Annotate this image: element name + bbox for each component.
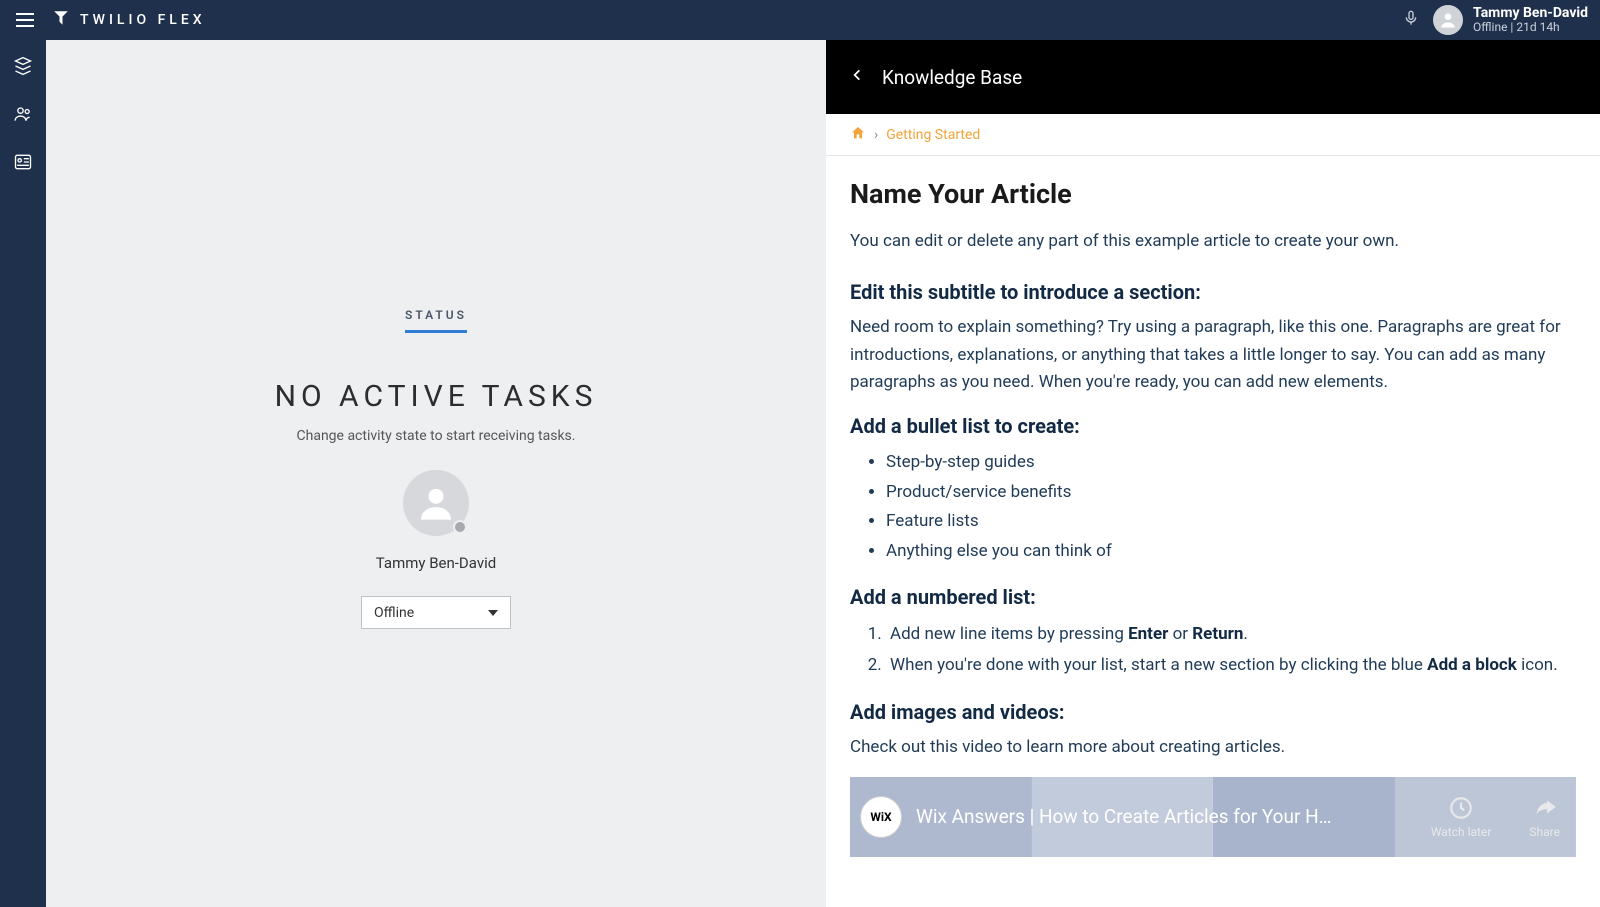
video-embed[interactable]: WiX Wix Answers | How to Create Articles… bbox=[850, 777, 1576, 857]
brand-text: TWILIO FLEX bbox=[80, 12, 206, 28]
app-header: TWILIO FLEX Tammy Ben-David Offline | 21… bbox=[0, 0, 1600, 40]
menu-icon[interactable] bbox=[12, 13, 30, 27]
section-paragraph-media: Check out this video to learn more about… bbox=[850, 734, 1576, 761]
section-subtitle-bullets: Add a bullet list to create: bbox=[850, 414, 1576, 438]
breadcrumb-sep: › bbox=[874, 127, 878, 143]
kb-title: Knowledge Base bbox=[882, 66, 1022, 89]
agent-avatar bbox=[403, 470, 469, 536]
no-tasks-subtext: Change activity state to start receiving… bbox=[297, 428, 576, 444]
chevron-down-icon bbox=[488, 610, 498, 616]
list-item: Anything else you can think of bbox=[886, 537, 1576, 567]
home-icon[interactable] bbox=[850, 125, 866, 145]
bullet-list: Step-by-step guides Product/service bene… bbox=[850, 448, 1576, 567]
knowledge-panel: Knowledge Base › Getting Started Name Yo… bbox=[826, 40, 1600, 907]
no-tasks-heading: NO ACTIVE TASKS bbox=[275, 379, 598, 414]
tasks-panel: STATUS NO ACTIVE TASKS Change activity s… bbox=[46, 40, 826, 907]
numbered-list: Add new line items by pressing Enter or … bbox=[850, 619, 1576, 682]
breadcrumb: › Getting Started bbox=[826, 114, 1600, 156]
section-subtitle-numbered: Add a numbered list: bbox=[850, 585, 1576, 609]
user-menu[interactable]: Tammy Ben-David Offline | 21d 14h bbox=[1433, 5, 1588, 35]
sidebar-item-teams[interactable] bbox=[11, 102, 35, 126]
list-item: Add new line items by pressing Enter or … bbox=[886, 619, 1576, 650]
nav-sidebar bbox=[0, 40, 46, 907]
sidebar-item-queues[interactable] bbox=[11, 150, 35, 174]
back-icon[interactable] bbox=[850, 66, 864, 88]
article-body: Name Your Article You can edit or delete… bbox=[826, 156, 1600, 879]
status-tab[interactable]: STATUS bbox=[405, 308, 467, 333]
list-item: Step-by-step guides bbox=[886, 448, 1576, 478]
status-dropdown[interactable]: Offline bbox=[361, 596, 511, 629]
presence-indicator-icon bbox=[453, 520, 467, 534]
article-title: Name Your Article bbox=[850, 178, 1576, 210]
microphone-icon[interactable] bbox=[1403, 8, 1419, 32]
section-subtitle-media: Add images and videos: bbox=[850, 700, 1576, 724]
article-intro: You can edit or delete any part of this … bbox=[850, 228, 1576, 254]
avatar-icon bbox=[1433, 5, 1463, 35]
brand: TWILIO FLEX bbox=[52, 9, 206, 31]
video-title: Wix Answers | How to Create Articles for… bbox=[916, 805, 1336, 828]
user-text: Tammy Ben-David Offline | 21d 14h bbox=[1473, 5, 1588, 35]
kb-header: Knowledge Base bbox=[826, 40, 1600, 114]
watch-later-button[interactable]: Watch later bbox=[1431, 795, 1492, 839]
breadcrumb-link[interactable]: Getting Started bbox=[886, 127, 980, 143]
share-button[interactable]: Share bbox=[1529, 795, 1560, 839]
sidebar-item-tasks[interactable] bbox=[11, 54, 35, 78]
section-subtitle-intro: Edit this subtitle to introduce a sectio… bbox=[850, 280, 1576, 304]
section-paragraph-intro: Need room to explain something? Try usin… bbox=[850, 314, 1576, 396]
list-item: Product/service benefits bbox=[886, 478, 1576, 508]
agent-name: Tammy Ben-David bbox=[376, 554, 496, 572]
flex-logo-icon bbox=[52, 9, 70, 31]
list-item: When you're done with your list, start a… bbox=[886, 650, 1576, 681]
status-value: Offline bbox=[374, 605, 414, 621]
user-name: Tammy Ben-David bbox=[1473, 5, 1588, 21]
user-status: Offline | 21d 14h bbox=[1473, 21, 1588, 35]
channel-badge-icon: WiX bbox=[860, 796, 902, 838]
list-item: Feature lists bbox=[886, 507, 1576, 537]
